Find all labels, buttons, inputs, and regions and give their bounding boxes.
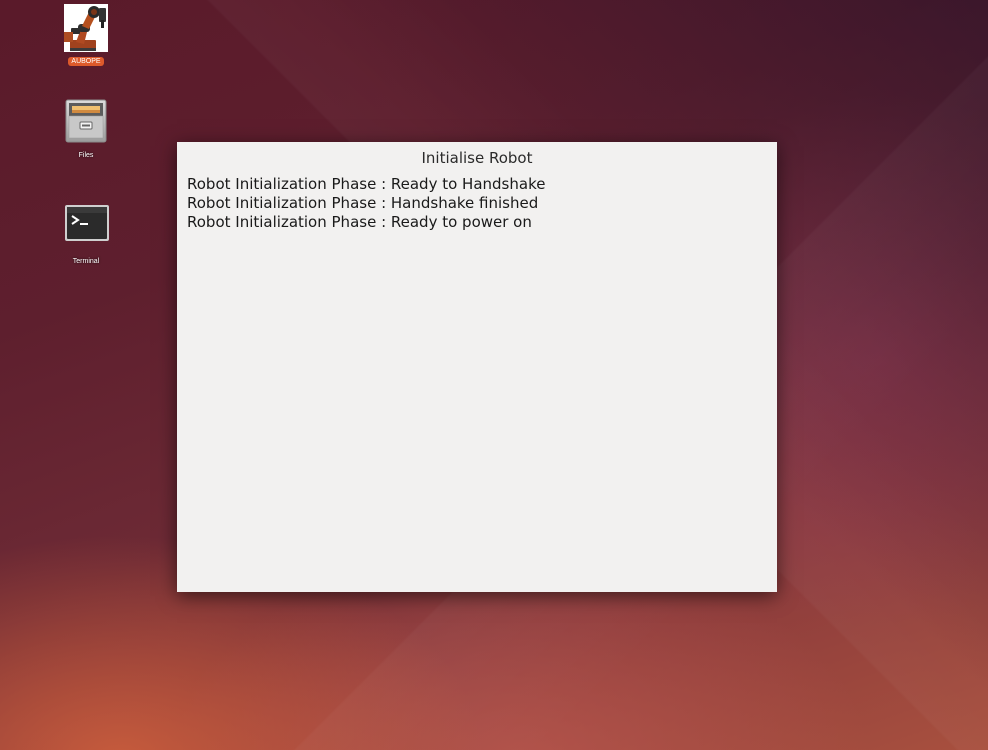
file-cabinet-icon bbox=[64, 98, 108, 143]
initialise-robot-dialog: Initialise Robot Robot Initialization Ph… bbox=[177, 142, 777, 592]
desktop: AUBOPE Files Terminal Initialise Robot R… bbox=[0, 0, 988, 750]
desktop-icon-label: Files bbox=[78, 152, 94, 159]
desktop-icon-label: AUBOPE bbox=[68, 57, 104, 66]
log-line: Robot Initialization Phase : Handshake f… bbox=[187, 194, 539, 212]
log-line: Robot Initialization Phase : Ready to Ha… bbox=[187, 175, 546, 193]
dialog-title: Initialise Robot bbox=[421, 149, 533, 167]
terminal-icon bbox=[64, 204, 109, 248]
desktop-icon-label: Terminal bbox=[72, 258, 100, 265]
log-line: Robot Initialization Phase : Ready to po… bbox=[187, 213, 532, 231]
desktop-icon-aubope[interactable]: AUBOPE bbox=[51, 4, 121, 67]
desktop-icon-terminal[interactable]: Terminal bbox=[51, 204, 121, 267]
robot-arm-icon bbox=[64, 4, 108, 52]
desktop-icon-files[interactable]: Files bbox=[51, 98, 121, 161]
initialization-log: Robot Initialization Phase : Ready to Ha… bbox=[187, 175, 545, 232]
